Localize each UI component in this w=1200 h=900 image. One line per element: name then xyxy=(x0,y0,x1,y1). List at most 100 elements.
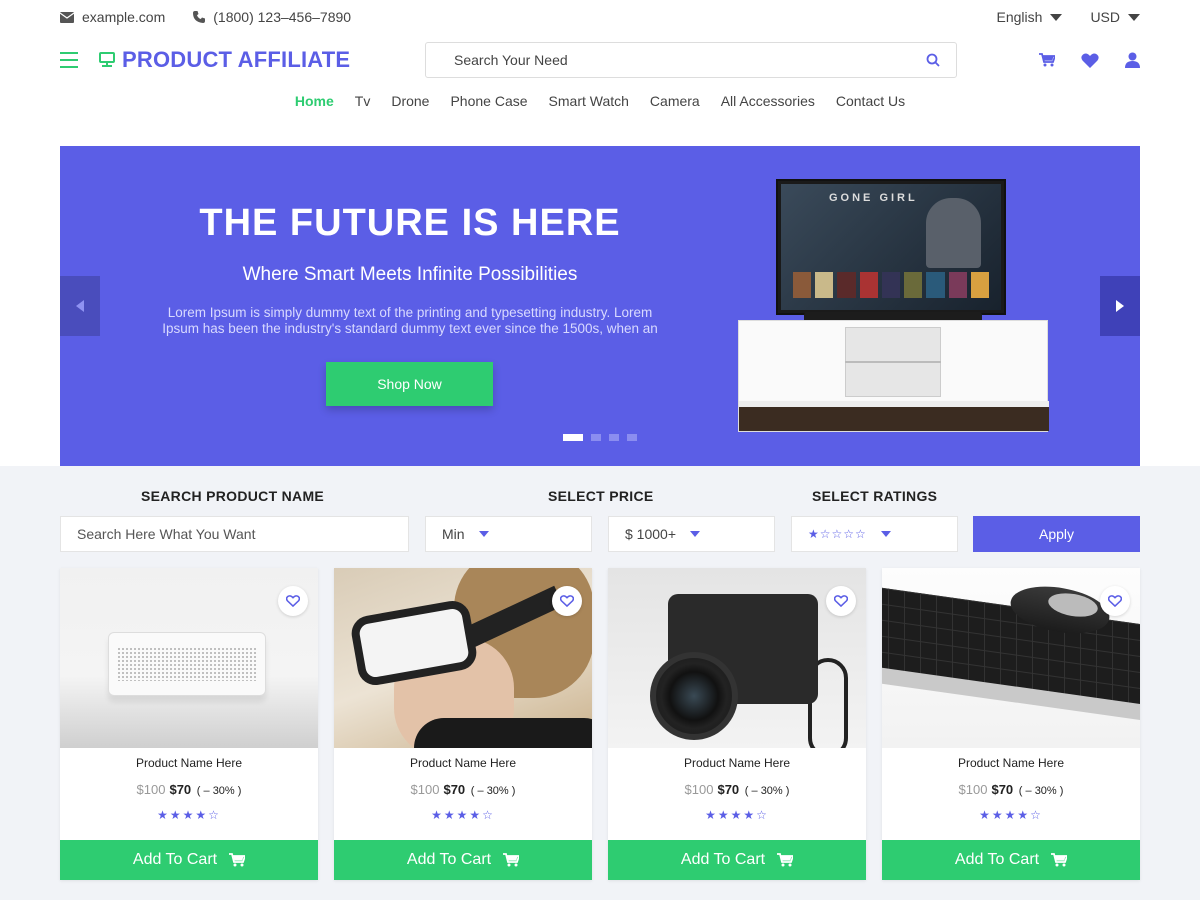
camera-image xyxy=(608,568,866,748)
tv-screen-title: GONE GIRL xyxy=(829,192,918,204)
cart-icon[interactable] xyxy=(1039,53,1055,67)
logo[interactable]: PRODUCT AFFILIATE xyxy=(98,47,350,73)
price-max-value: $ 1000+ xyxy=(625,526,676,542)
product-search-input[interactable] xyxy=(77,526,392,542)
search-bar xyxy=(425,42,957,78)
speaker-image xyxy=(60,568,318,748)
new-price: $70 xyxy=(717,782,740,797)
add-to-cart-button[interactable]: Add To Cart xyxy=(608,840,866,880)
ratings-label: SELECT RATINGS xyxy=(812,488,938,504)
discount: ( – 30% ) xyxy=(196,785,242,797)
chevron-down-icon xyxy=(880,531,891,537)
menu-icon[interactable] xyxy=(60,52,78,68)
slider-dot[interactable] xyxy=(609,434,619,441)
logo-text: PRODUCT AFFILIATE xyxy=(122,47,351,72)
heart-icon[interactable] xyxy=(1081,53,1099,68)
price-min-select[interactable]: Min xyxy=(425,516,592,552)
search-input[interactable] xyxy=(454,52,926,68)
add-to-cart-button[interactable]: Add To Cart xyxy=(60,840,318,880)
rating-stars-icon: ★★★★☆ xyxy=(979,808,1043,822)
chevron-left-icon xyxy=(76,300,84,312)
product-card[interactable]: Product Name Here $100 $70 ( – 30% ) ★★★★… xyxy=(334,568,592,880)
hero-title: THE FUTURE IS HERE xyxy=(199,202,621,244)
nav-item-all-accessories[interactable]: All Accessories xyxy=(721,93,815,109)
tv-image: GONE GIRL xyxy=(776,179,1006,315)
old-price: $100 xyxy=(684,782,714,797)
nav-item-contact-us[interactable]: Contact Us xyxy=(836,93,905,109)
discount: ( – 30% ) xyxy=(744,785,790,797)
cart-icon xyxy=(777,853,794,867)
chevron-down-icon xyxy=(1128,13,1140,21)
main-nav: Home Tv Drone Phone Case Smart Watch Cam… xyxy=(0,93,1200,109)
product-search-field xyxy=(60,516,409,552)
old-price: $100 xyxy=(958,782,988,797)
product-price: $100 $70 ( – 30% ) xyxy=(608,782,866,797)
add-to-cart-label: Add To Cart xyxy=(132,851,218,868)
ratings-select[interactable]: ★☆☆☆☆ xyxy=(791,516,958,552)
old-price: $100 xyxy=(136,782,166,797)
product-grid: Product Name Here $100 $70 ( – 30% ) ★★★★… xyxy=(60,568,1140,880)
add-to-cart-label: Add To Cart xyxy=(406,851,492,868)
add-to-cart-label: Add To Cart xyxy=(954,851,1040,868)
nav-item-tv[interactable]: Tv xyxy=(355,93,371,109)
slider-dot[interactable] xyxy=(563,434,583,441)
slider-dots xyxy=(563,434,645,441)
product-card[interactable]: Product Name Here $100 $70 ( – 30% ) ★★★★… xyxy=(608,568,866,880)
nav-item-drone[interactable]: Drone xyxy=(391,93,429,109)
product-price: $100 $70 ( – 30% ) xyxy=(334,782,592,797)
phone-contact[interactable]: (1800) 123–456–7890 xyxy=(193,9,351,25)
discount: ( – 30% ) xyxy=(1018,785,1064,797)
envelope-icon xyxy=(60,11,74,23)
currency-select[interactable]: USD xyxy=(1090,9,1140,25)
user-icon[interactable] xyxy=(1125,52,1140,68)
new-price: $70 xyxy=(169,782,192,797)
chevron-down-icon xyxy=(690,531,700,537)
nav-item-camera[interactable]: Camera xyxy=(650,93,700,109)
slider-dot[interactable] xyxy=(627,434,637,441)
email-contact[interactable]: example.com xyxy=(60,9,165,25)
phone-icon xyxy=(193,11,206,23)
favorite-heart-icon[interactable] xyxy=(552,586,582,616)
slider-dot[interactable] xyxy=(591,434,601,441)
product-card[interactable]: Product Name Here $100 $70 ( – 30% ) ★★★★… xyxy=(60,568,318,880)
hero-slider: THE FUTURE IS HERE Where Smart Meets Inf… xyxy=(60,146,1140,466)
add-to-cart-button[interactable]: Add To Cart xyxy=(882,840,1140,880)
favorite-heart-icon[interactable] xyxy=(1100,586,1130,616)
hero-description: Lorem Ipsum is simply dummy text of the … xyxy=(162,305,658,336)
currency-value: USD xyxy=(1090,9,1120,25)
price-max-select[interactable]: $ 1000+ xyxy=(608,516,775,552)
product-name[interactable]: Product Name Here xyxy=(334,756,592,770)
nav-item-home[interactable]: Home xyxy=(295,93,334,109)
product-name[interactable]: Product Name Here xyxy=(60,756,318,770)
price-label: SELECT PRICE xyxy=(548,488,654,504)
tv-stand-image xyxy=(738,320,1049,432)
nav-item-phone-case[interactable]: Phone Case xyxy=(450,93,527,109)
favorite-heart-icon[interactable] xyxy=(826,586,856,616)
slider-next-button[interactable] xyxy=(1100,276,1140,336)
rating-stars-icon: ★★★★☆ xyxy=(705,808,769,822)
hero-subtitle: Where Smart Meets Infinite Possibilities xyxy=(242,264,578,285)
search-icon[interactable] xyxy=(926,53,940,67)
cart-icon xyxy=(229,853,246,867)
product-card[interactable]: Product Name Here $100 $70 ( – 30% ) ★★★★… xyxy=(882,568,1140,880)
rating-stars-icon: ★★★★☆ xyxy=(431,808,495,822)
product-name[interactable]: Product Name Here xyxy=(882,756,1140,770)
product-price: $100 $70 ( – 30% ) xyxy=(60,782,318,797)
favorite-heart-icon[interactable] xyxy=(278,586,308,616)
price-min-value: Min xyxy=(442,526,465,542)
header-icons xyxy=(1013,52,1140,68)
language-select[interactable]: English xyxy=(997,9,1063,25)
shop-now-button[interactable]: Shop Now xyxy=(326,362,493,406)
header: PRODUCT AFFILIATE xyxy=(60,42,1140,78)
apply-button[interactable]: Apply xyxy=(973,516,1140,552)
chevron-down-icon xyxy=(1050,13,1063,21)
monitor-logo-icon xyxy=(99,52,115,67)
add-to-cart-button[interactable]: Add To Cart xyxy=(334,840,592,880)
language-value: English xyxy=(996,9,1043,25)
vr-headset-image xyxy=(334,568,592,748)
new-price: $70 xyxy=(991,782,1014,797)
product-name[interactable]: Product Name Here xyxy=(608,756,866,770)
product-price: $100 $70 ( – 30% ) xyxy=(882,782,1140,797)
nav-item-smart-watch[interactable]: Smart Watch xyxy=(549,93,629,109)
ratings-stars-icon: ★☆☆☆☆ xyxy=(808,527,867,541)
